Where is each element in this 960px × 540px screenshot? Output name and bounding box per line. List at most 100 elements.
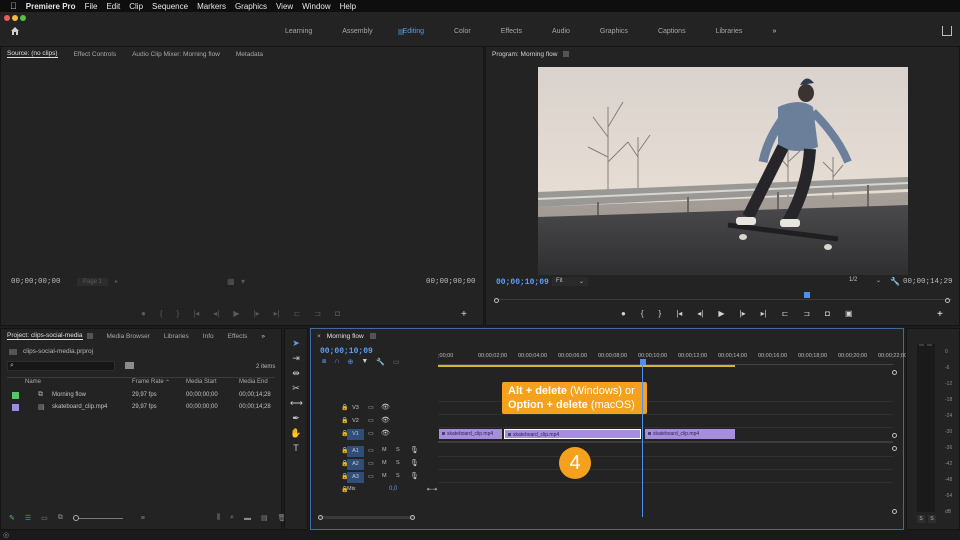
play-icon[interactable]: ▶ xyxy=(718,309,724,318)
column-media-start[interactable]: Media Start xyxy=(186,379,217,385)
zoom-handle-right[interactable] xyxy=(945,298,950,303)
tab-project[interactable]: Project: clips-social-media xyxy=(7,332,83,340)
solo-button[interactable]: S xyxy=(396,447,400,453)
hscroll-right-handle[interactable] xyxy=(410,515,415,520)
list-view-icon[interactable]: ☰ xyxy=(25,514,31,522)
workspace-color[interactable]: Color xyxy=(439,28,486,35)
vscroll-bottom-handle[interactable] xyxy=(892,509,897,514)
settings-icon[interactable]: ▦ xyxy=(227,277,235,286)
vscroll-mid-handle[interactable] xyxy=(892,433,897,438)
timeline-playhead-handle[interactable] xyxy=(640,359,646,365)
time-ruler[interactable]: ;00;00 00;00;02;00 00;00;04;00 00;00;06;00 0… xyxy=(438,351,907,369)
dropdown-icon[interactable]: ▾ xyxy=(241,277,245,286)
track-select-tool-icon[interactable]: ⇥ xyxy=(290,352,302,364)
menu-edit[interactable]: Edit xyxy=(106,2,120,11)
mark-in-icon[interactable]: { xyxy=(160,309,163,318)
eye-icon[interactable]: 👁 xyxy=(381,403,390,411)
wrench-icon[interactable]: 🔧 xyxy=(890,277,900,286)
workspace-editing[interactable]: Editing xyxy=(388,28,439,35)
app-menu[interactable]: Premiere Pro xyxy=(26,2,76,11)
workspace-more-button[interactable]: » xyxy=(757,28,791,35)
go-to-edit-icon[interactable]: ⇤⇥ xyxy=(427,486,437,493)
program-timecode-current[interactable]: 00;00;10;09 xyxy=(496,278,549,287)
timeline-timecode[interactable]: 00;00;10;09 xyxy=(320,347,373,356)
home-icon[interactable] xyxy=(10,26,20,36)
slip-tool-icon[interactable]: ⟷ xyxy=(290,397,303,409)
tab-timeline-sequence[interactable]: Morning flow xyxy=(327,333,364,340)
lift-icon[interactable]: ⊏ xyxy=(782,309,789,318)
step-back-icon[interactable]: ◂| xyxy=(697,309,703,318)
tab-audio-clip-mixer[interactable]: Audio Clip Mixer: Morning flow xyxy=(132,51,220,58)
tab-info[interactable]: Info xyxy=(203,333,214,340)
hamburger-icon[interactable] xyxy=(398,29,404,35)
sync-lock-icon[interactable]: ▭ xyxy=(368,430,374,437)
sort-icon[interactable]: ≡ xyxy=(141,515,145,522)
label-color-swatch[interactable] xyxy=(12,392,19,399)
panel-menu-icon[interactable] xyxy=(369,333,376,339)
compare-icon[interactable]: ▣ xyxy=(845,309,853,318)
column-media-end[interactable]: Media End xyxy=(239,379,268,385)
go-to-out-icon[interactable]: ▸| xyxy=(761,309,767,318)
selection-tool-icon[interactable]: ➤ xyxy=(290,337,302,349)
item-name[interactable]: skateboard_clip.mp4 xyxy=(52,404,107,410)
sort-ascending-icon[interactable]: ⌃ xyxy=(165,379,170,386)
razor-tool-icon[interactable]: ✂ xyxy=(290,382,302,394)
pencil-icon[interactable]: ✎ xyxy=(9,514,15,522)
work-area-bar[interactable] xyxy=(438,365,735,367)
project-search-input[interactable]: ⌕ xyxy=(7,361,115,371)
track-label[interactable]: A3 xyxy=(347,472,364,483)
page-arrow-icon[interactable]: ▸ xyxy=(115,278,118,285)
column-name[interactable]: Name xyxy=(25,379,41,385)
label-color-swatch[interactable] xyxy=(12,404,19,411)
go-to-in-icon[interactable]: |◂ xyxy=(193,309,199,318)
export-frame-icon[interactable]: ◘ xyxy=(825,309,830,318)
step-forward-icon[interactable]: |▸ xyxy=(254,309,260,318)
minimize-window-button[interactable] xyxy=(12,15,18,21)
icon-view-icon[interactable]: ▭ xyxy=(41,514,48,522)
resolution-select[interactable]: 1/2 ⌄ xyxy=(849,277,881,284)
close-tab-icon[interactable]: × xyxy=(317,333,321,340)
overwrite-icon[interactable]: ⊐ xyxy=(314,309,321,318)
zoom-handle-left[interactable] xyxy=(494,298,499,303)
menu-window[interactable]: Window xyxy=(302,2,330,11)
workspace-audio[interactable]: Audio xyxy=(537,28,585,35)
microphone-icon[interactable]: 🎙 xyxy=(410,446,419,454)
project-row[interactable]: ▤ skateboard_clip.mp4 29,97 fps 00;00;00;00… xyxy=(1,402,283,414)
mark-out-icon[interactable]: } xyxy=(177,309,180,318)
new-item-icon[interactable]: ▤ xyxy=(261,514,268,522)
clip-v1-segment-2-selected[interactable]: skateboard_clip.mp4 xyxy=(504,429,641,439)
clip-v1-segment-1[interactable]: skateboard_clip.mp4 xyxy=(439,429,502,439)
menu-graphics[interactable]: Graphics xyxy=(235,2,267,11)
panel-menu-icon[interactable] xyxy=(563,51,570,57)
program-playhead[interactable] xyxy=(804,292,810,298)
mark-out-icon[interactable]: } xyxy=(659,309,662,318)
new-bin-footer-icon[interactable]: ▬ xyxy=(244,515,251,522)
export-frame-icon[interactable]: ◘ xyxy=(335,309,340,318)
linked-selection-icon[interactable]: ⊕ xyxy=(347,358,353,366)
mute-button[interactable]: M xyxy=(382,473,387,479)
track-label[interactable]: V3 xyxy=(347,403,364,414)
eye-icon[interactable]: 👁 xyxy=(381,416,390,424)
ripple-edit-tool-icon[interactable]: ⇹ xyxy=(290,367,302,379)
apple-menu-icon[interactable]:  xyxy=(10,1,17,11)
timeline-hscroll-bar[interactable] xyxy=(319,516,415,519)
type-tool-icon[interactable]: T xyxy=(290,442,302,454)
captions-icon[interactable]: ▭ xyxy=(393,358,400,366)
go-to-out-icon[interactable]: ▸| xyxy=(274,309,280,318)
eye-icon[interactable]: 👁 xyxy=(381,429,390,437)
close-window-button[interactable] xyxy=(4,15,10,21)
hscroll-left-handle[interactable] xyxy=(318,515,323,520)
step-forward-icon[interactable]: |▸ xyxy=(740,309,746,318)
menu-view[interactable]: View xyxy=(276,2,293,11)
sync-lock-icon[interactable]: ▭ xyxy=(368,404,374,411)
mute-button[interactable]: M xyxy=(382,460,387,466)
more-tabs-icon[interactable]: » xyxy=(261,333,265,340)
zoom-window-button[interactable] xyxy=(20,15,26,21)
panel-menu-icon[interactable] xyxy=(86,333,93,339)
column-frame-rate[interactable]: Frame Rate xyxy=(132,379,164,385)
tab-effect-controls[interactable]: Effect Controls xyxy=(74,51,117,58)
clip-v1-segment-3[interactable]: skateboard_clip.mp4 xyxy=(645,429,735,439)
mark-in-icon[interactable]: { xyxy=(641,309,644,318)
track-label[interactable]: A1 xyxy=(347,446,364,457)
menu-clip[interactable]: Clip xyxy=(129,2,143,11)
